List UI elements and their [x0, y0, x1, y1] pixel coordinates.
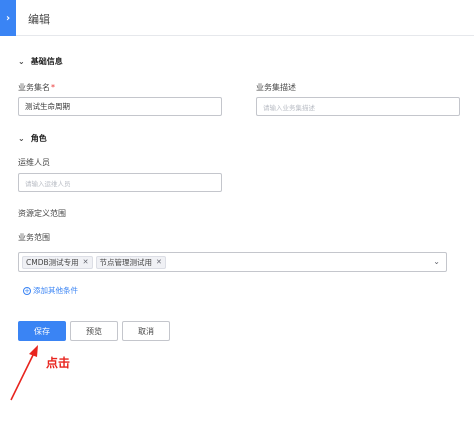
annotation-arrow-icon: [10, 345, 38, 401]
annotation-text: 点击: [46, 356, 71, 370]
